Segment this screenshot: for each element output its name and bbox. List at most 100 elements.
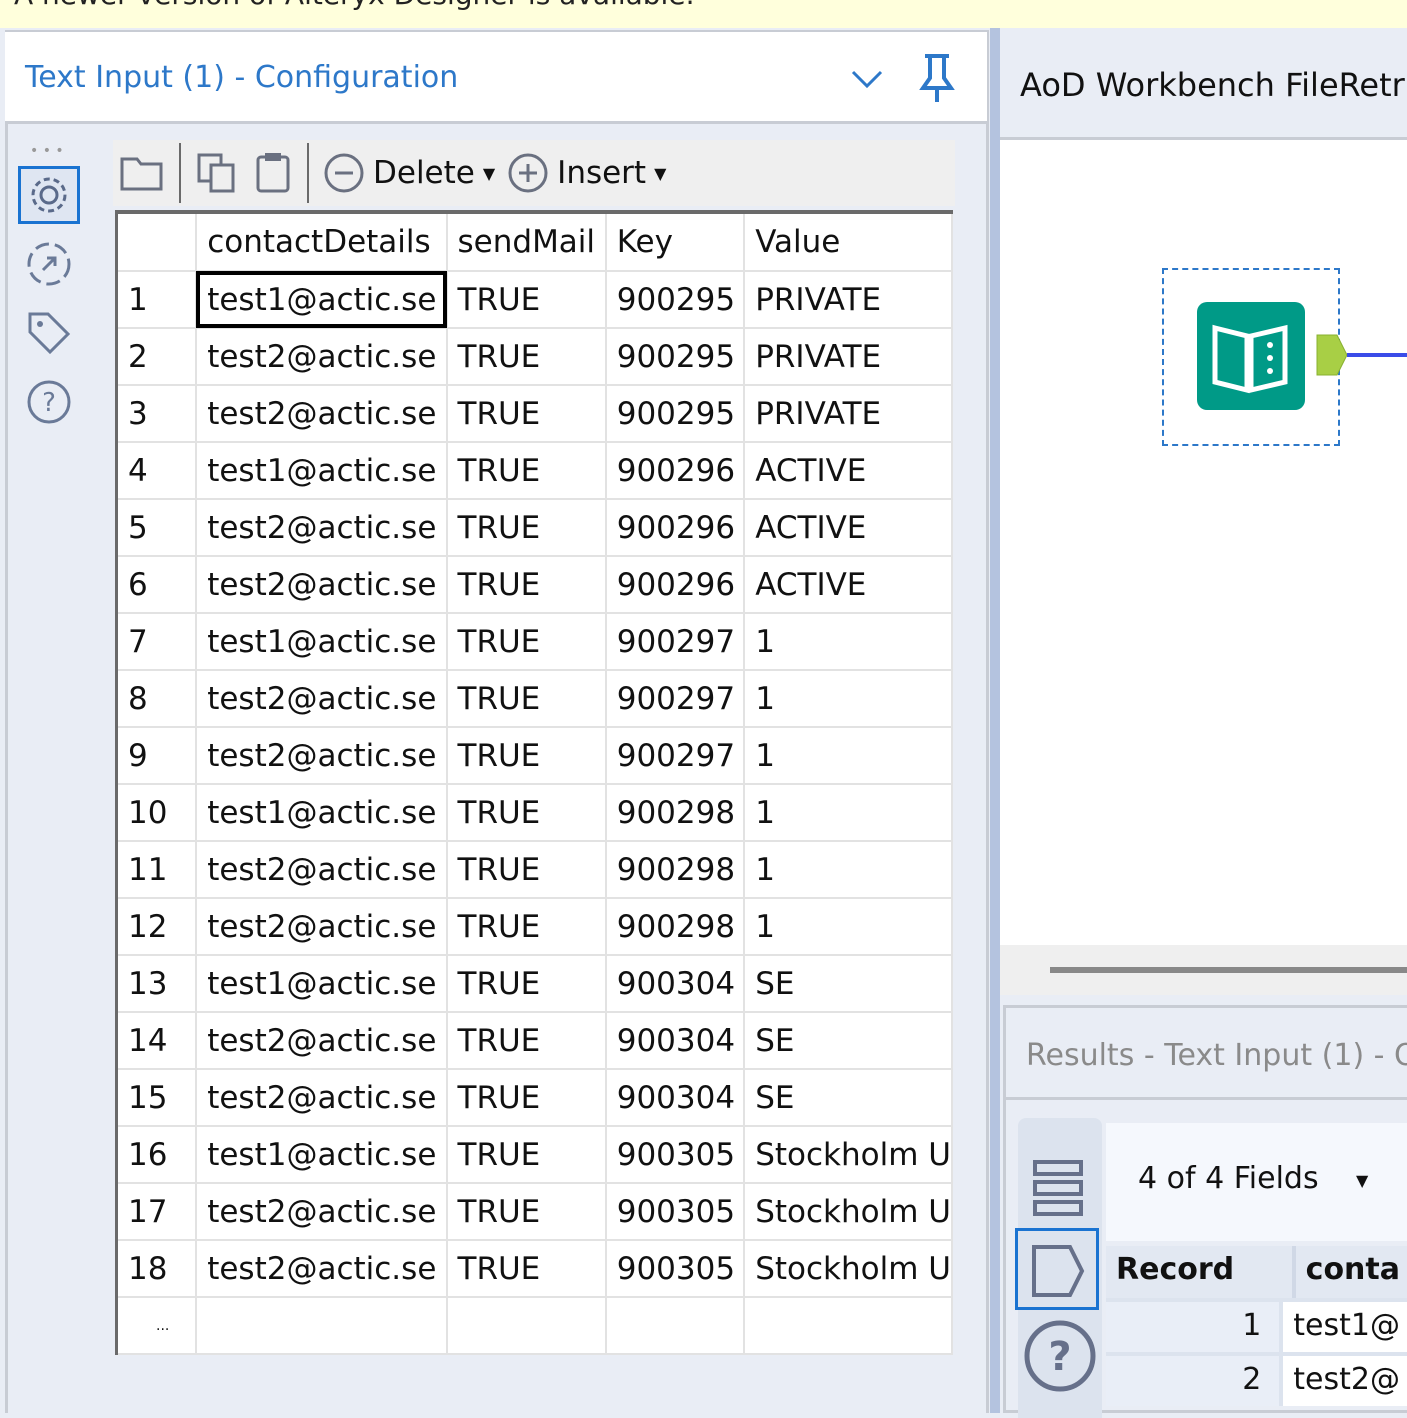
column-header-record[interactable]: Record: [1106, 1246, 1292, 1298]
workflow-title[interactable]: AoD Workbench FileRetr: [1020, 66, 1405, 104]
grid-cell[interactable]: TRUE: [446, 727, 607, 785]
grid-cell[interactable]: TRUE: [446, 670, 607, 728]
grid-cell[interactable]: test1@actic.se: [196, 1126, 448, 1184]
grid-cell[interactable]: 900304: [605, 1012, 746, 1070]
grid-cell[interactable]: 1: [744, 784, 953, 842]
grid-cell[interactable]: 900304: [605, 955, 746, 1013]
grid-cell[interactable]: TRUE: [446, 613, 607, 671]
grid-cell[interactable]: test2@actic.se: [196, 898, 448, 956]
grid-cell[interactable]: TRUE: [446, 1012, 607, 1070]
canvas-scrollbar[interactable]: [1000, 945, 1407, 995]
paste-icon[interactable]: [247, 151, 299, 195]
grid-cell[interactable]: 1: [744, 727, 953, 785]
fields-selector[interactable]: 4 of 4 Fields: [1138, 1161, 1319, 1196]
grid-cell[interactable]: 900296: [605, 556, 746, 614]
result-cell[interactable]: test1@: [1279, 1302, 1407, 1352]
tag-icon[interactable]: [18, 304, 80, 362]
grid-cell[interactable]: 900305: [605, 1183, 746, 1241]
scrollbar-thumb[interactable]: [1050, 967, 1407, 973]
grid-cell[interactable]: 900295: [605, 385, 746, 443]
column-header[interactable]: Key: [605, 214, 746, 272]
grid-cell[interactable]: 900305: [605, 1126, 746, 1184]
grid-cell[interactable]: TRUE: [446, 499, 607, 557]
grid-cell[interactable]: TRUE: [446, 955, 607, 1013]
open-folder-icon[interactable]: [113, 153, 171, 193]
grid-cell[interactable]: test2@actic.se: [196, 670, 448, 728]
grid-cell[interactable]: TRUE: [446, 556, 607, 614]
grid-cell[interactable]: 900298: [605, 898, 746, 956]
grid-cell[interactable]: test2@actic.se: [196, 841, 448, 899]
grid-cell[interactable]: [605, 1297, 746, 1355]
update-banner[interactable]: A newer version of Alteryx Designer is a…: [0, 0, 1407, 28]
insert-button[interactable]: Insert ▼: [501, 152, 672, 194]
grid-cell[interactable]: test2@actic.se: [196, 727, 448, 785]
grid-cell[interactable]: 900304: [605, 1069, 746, 1127]
grid-cell[interactable]: 1: [744, 898, 953, 956]
grid-cell[interactable]: test2@actic.se: [196, 1012, 448, 1070]
grid-cell[interactable]: PRIVATE: [744, 385, 953, 443]
column-header[interactable]: sendMail: [446, 214, 607, 272]
grid-cell[interactable]: 900296: [605, 442, 746, 500]
grid-cell[interactable]: test2@actic.se: [196, 556, 448, 614]
drag-handle[interactable]: • • •: [30, 143, 64, 159]
chevron-down-icon[interactable]: [850, 68, 884, 90]
grid-cell[interactable]: TRUE: [446, 385, 607, 443]
workflow-canvas[interactable]: [1000, 140, 1407, 945]
list-icon[interactable]: [1030, 1158, 1086, 1218]
grid-cell[interactable]: test1@actic.se: [196, 271, 448, 329]
grid-cell[interactable]: 900298: [605, 841, 746, 899]
grid-cell[interactable]: TRUE: [446, 1183, 607, 1241]
grid-cell[interactable]: ACTIVE: [744, 442, 953, 500]
grid-cell[interactable]: test1@actic.se: [196, 442, 448, 500]
grid-cell[interactable]: SE: [744, 1069, 953, 1127]
grid-cell[interactable]: TRUE: [446, 328, 607, 386]
grid-cell[interactable]: TRUE: [446, 898, 607, 956]
help-icon[interactable]: ?: [1022, 1318, 1098, 1394]
caret-down-icon[interactable]: ▼: [1356, 1171, 1368, 1190]
grid-cell[interactable]: test1@actic.se: [196, 784, 448, 842]
connection-icon[interactable]: [18, 235, 80, 293]
grid-cell[interactable]: 1: [744, 841, 953, 899]
new-row[interactable]: ...: [118, 1297, 953, 1355]
result-cell[interactable]: test2@: [1279, 1356, 1407, 1406]
grid-cell[interactable]: 1: [744, 670, 953, 728]
output-anchor[interactable]: [1315, 333, 1407, 379]
grid-cell[interactable]: [744, 1297, 953, 1355]
grid-cell[interactable]: test2@actic.se: [196, 328, 448, 386]
grid-cell[interactable]: [196, 1297, 448, 1355]
metadata-tab[interactable]: [1015, 1228, 1099, 1310]
grid-cell[interactable]: PRIVATE: [744, 328, 953, 386]
grid-cell[interactable]: 900296: [605, 499, 746, 557]
copy-icon[interactable]: [189, 151, 247, 195]
new-row-marker[interactable]: ...: [118, 1297, 198, 1355]
grid-cell[interactable]: TRUE: [446, 442, 607, 500]
grid-cell[interactable]: TRUE: [446, 1126, 607, 1184]
grid-cell[interactable]: ACTIVE: [744, 556, 953, 614]
pin-icon[interactable]: [917, 52, 957, 104]
column-header[interactable]: contactDetails: [196, 214, 448, 272]
grid-cell[interactable]: test2@actic.se: [196, 1240, 448, 1298]
grid-cell[interactable]: Stockholm U: [744, 1240, 953, 1298]
grid-cell[interactable]: TRUE: [446, 271, 607, 329]
help-icon[interactable]: ?: [18, 373, 80, 431]
column-header-contact[interactable]: conta: [1291, 1246, 1407, 1298]
grid-cell[interactable]: Stockholm U: [744, 1126, 953, 1184]
grid-cell[interactable]: test2@actic.se: [196, 385, 448, 443]
grid-cell[interactable]: TRUE: [446, 841, 607, 899]
grid-cell[interactable]: TRUE: [446, 1240, 607, 1298]
grid-cell[interactable]: 1: [744, 613, 953, 671]
grid-cell[interactable]: 900297: [605, 670, 746, 728]
grid-cell[interactable]: 900295: [605, 328, 746, 386]
column-header[interactable]: Value: [744, 214, 953, 272]
grid-cell[interactable]: TRUE: [446, 1069, 607, 1127]
grid-cell[interactable]: test1@actic.se: [196, 613, 448, 671]
grid-cell[interactable]: [446, 1297, 607, 1355]
delete-button[interactable]: Delete ▼: [317, 152, 501, 194]
gear-icon[interactable]: [18, 166, 80, 224]
panel-splitter[interactable]: [990, 28, 1000, 1413]
grid-cell[interactable]: 900298: [605, 784, 746, 842]
grid-cell[interactable]: test2@actic.se: [196, 1069, 448, 1127]
grid-cell[interactable]: SE: [744, 1012, 953, 1070]
grid-cell[interactable]: 900305: [605, 1240, 746, 1298]
grid-cell[interactable]: PRIVATE: [744, 271, 953, 329]
